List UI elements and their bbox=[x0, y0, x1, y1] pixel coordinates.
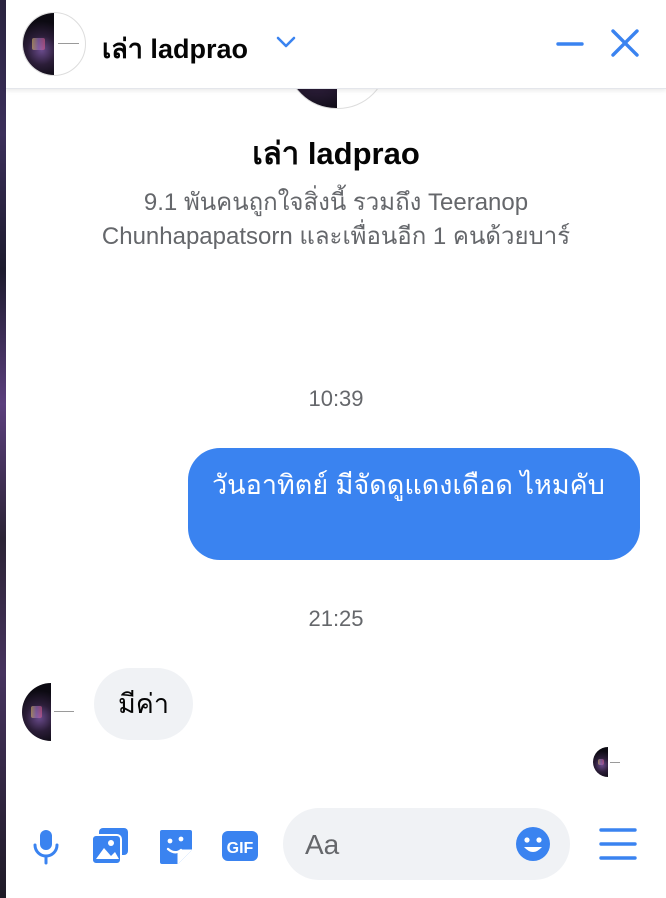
message-input-box[interactable] bbox=[283, 808, 570, 880]
message-timestamp: 10:39 bbox=[308, 386, 364, 411]
chat-window: เล่า ladprao เล่า ladprao 9.1 พันคนถูกใจ… bbox=[6, 0, 666, 898]
chevron-down-icon[interactable] bbox=[274, 32, 298, 52]
chat-title[interactable]: เล่า ladprao bbox=[102, 27, 248, 70]
chat-header: เล่า ladprao bbox=[6, 0, 666, 89]
close-icon[interactable] bbox=[606, 24, 644, 62]
profile-info: 9.1 พันคนถูกใจสิ่งนี้ รวมถึง Teeranop Ch… bbox=[101, 189, 571, 250]
profile-name: เล่า ladprao bbox=[252, 136, 420, 171]
menu-icon[interactable] bbox=[598, 824, 638, 864]
header-avatar[interactable] bbox=[22, 12, 86, 76]
gif-icon[interactable]: GIF bbox=[220, 826, 260, 866]
sticker-icon[interactable] bbox=[156, 826, 196, 866]
svg-text:GIF: GIF bbox=[227, 840, 254, 857]
incoming-message[interactable]: มีค่า bbox=[94, 668, 194, 740]
emoji-icon[interactable] bbox=[515, 826, 551, 862]
minimize-icon[interactable] bbox=[552, 26, 588, 62]
message-timestamp: 21:25 bbox=[308, 606, 364, 631]
seen-indicator-avatar bbox=[593, 747, 623, 777]
sender-avatar[interactable] bbox=[22, 683, 80, 741]
microphone-icon[interactable] bbox=[26, 826, 66, 866]
message-input[interactable] bbox=[303, 824, 507, 866]
photo-icon[interactable] bbox=[90, 826, 130, 866]
outgoing-message[interactable]: วันอาทิตย์ มีจัดดูแดงเดือด ไหมคับ bbox=[188, 448, 640, 560]
